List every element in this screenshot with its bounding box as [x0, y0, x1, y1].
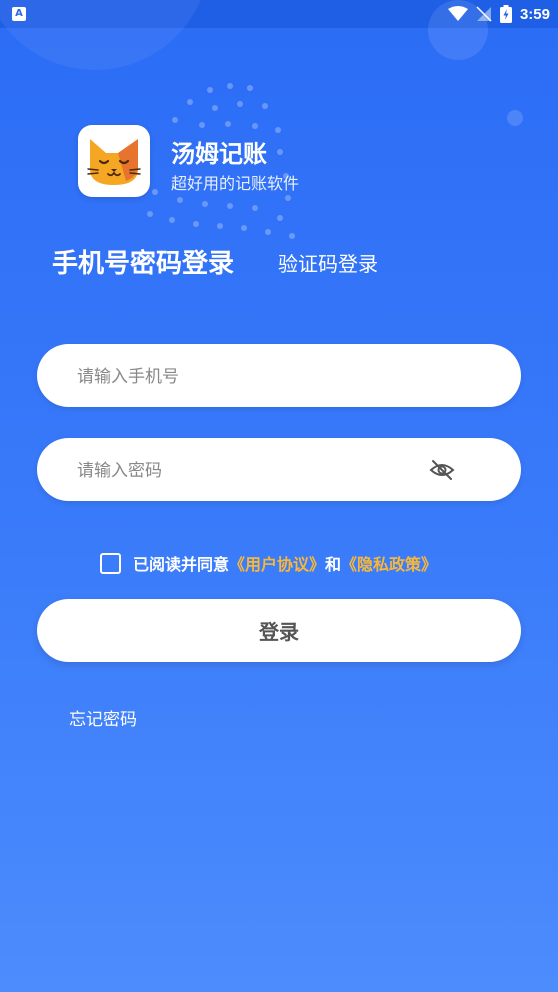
- eye-off-icon[interactable]: [429, 458, 455, 482]
- decorative-circle: [507, 110, 523, 126]
- user-agreement-link[interactable]: 《用户协议》: [229, 551, 325, 575]
- agreement-row: 已阅读并同意 《用户协议》 和 《隐私政策》: [100, 551, 437, 575]
- decorative-circle: [428, 0, 488, 60]
- forgot-password-link[interactable]: 忘记密码: [69, 705, 137, 730]
- agreement-prefix: 已阅读并同意: [133, 555, 230, 574]
- phone-input[interactable]: [75, 344, 439, 409]
- status-time: 3:59: [519, 5, 550, 23]
- cat-face-icon: [87, 139, 141, 185]
- app-name: 汤姆记账: [171, 140, 267, 168]
- tab-password-login[interactable]: 手机号密码登录: [52, 243, 234, 280]
- tab-code-login[interactable]: 验证码登录: [278, 248, 378, 277]
- agreement-conjunction: 和: [325, 555, 342, 574]
- agreement-checkbox[interactable]: [100, 552, 121, 574]
- privacy-policy-link[interactable]: 《隐私政策》: [341, 551, 437, 575]
- battery-icon: [499, 5, 512, 23]
- decorative-circle: [0, 0, 210, 70]
- phone-field: [37, 344, 521, 409]
- login-button[interactable]: 登录: [37, 599, 521, 662]
- password-field: [37, 438, 521, 503]
- app-logo: [78, 125, 150, 197]
- password-input[interactable]: [75, 438, 439, 503]
- app-slogan: 超好用的记账软件: [171, 174, 300, 193]
